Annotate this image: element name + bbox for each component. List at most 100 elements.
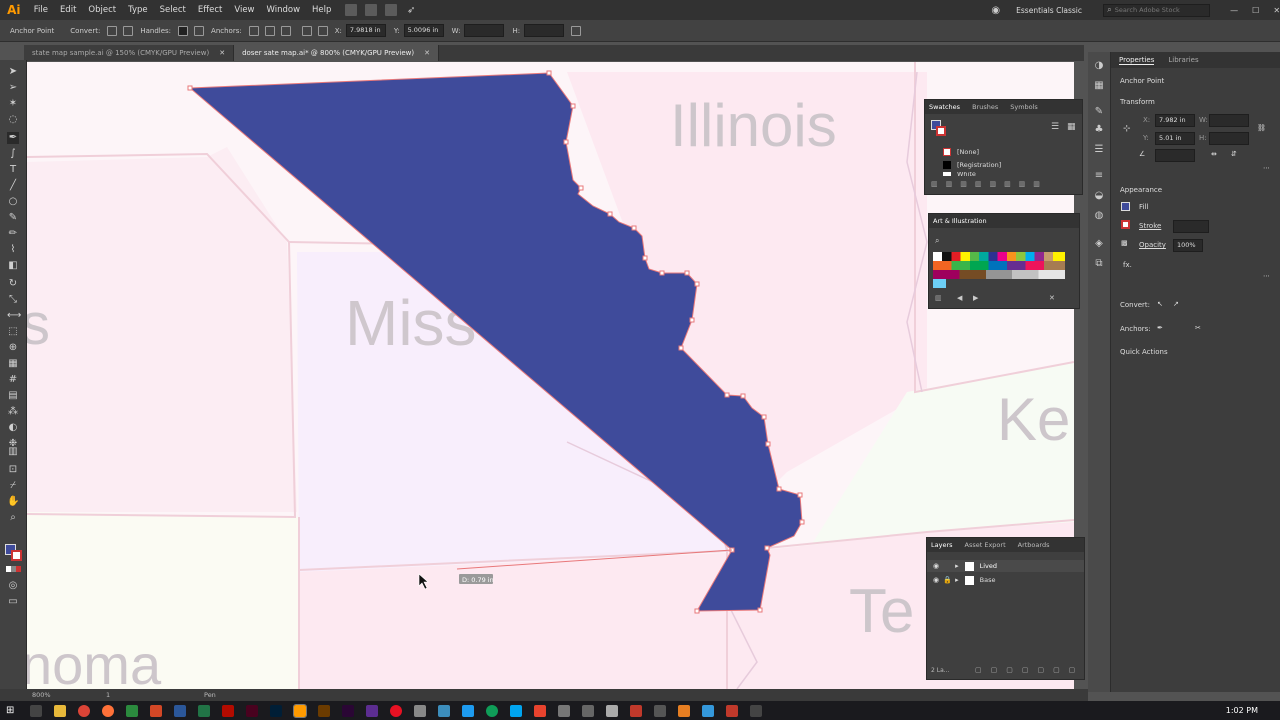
- show-handles-icon[interactable]: [178, 25, 189, 36]
- pen-tool-icon[interactable]: ✒: [7, 132, 19, 144]
- prop-h-field[interactable]: [1209, 132, 1249, 145]
- rotate-tool-icon[interactable]: ↻: [7, 278, 19, 290]
- flip-horizontal-icon[interactable]: ⇹: [1211, 150, 1217, 158]
- swatch-row[interactable]: White: [943, 172, 1073, 176]
- paintbrush-icon[interactable]: ✎: [7, 212, 19, 224]
- stock-icon[interactable]: [365, 4, 378, 16]
- appearance-panel-icon[interactable]: ◍: [1093, 210, 1105, 222]
- flip-vertical-icon[interactable]: ⇵: [1231, 150, 1237, 158]
- rotate-field[interactable]: [1155, 149, 1195, 162]
- chrome-icon[interactable]: [78, 704, 90, 717]
- type-tool-icon[interactable]: T: [7, 164, 19, 176]
- app-icon-10[interactable]: [558, 704, 570, 717]
- clock[interactable]: 1:02 PM: [1226, 706, 1258, 715]
- menu-edit[interactable]: Edit: [54, 5, 82, 15]
- shaper-icon[interactable]: ⌇: [7, 244, 19, 256]
- lock-icon[interactable]: 🔒: [943, 576, 952, 584]
- arrange-documents-icon[interactable]: [385, 4, 398, 16]
- stroke-color-swatch[interactable]: [1121, 220, 1130, 229]
- visibility-eye-icon[interactable]: ◉: [933, 576, 939, 584]
- excel-icon[interactable]: [198, 704, 210, 717]
- premiere-icon[interactable]: [342, 704, 354, 717]
- app-icon-8[interactable]: [510, 704, 522, 717]
- maximize-icon[interactable]: ☐: [1252, 6, 1259, 15]
- eyedropper-icon[interactable]: ⁂: [7, 406, 19, 418]
- fill-color-swatch[interactable]: [1121, 202, 1130, 211]
- powerpoint-icon[interactable]: [150, 704, 162, 717]
- visibility-eye-icon[interactable]: ◉: [933, 562, 939, 570]
- word-icon[interactable]: [174, 704, 186, 717]
- app-icon-5[interactable]: [438, 704, 450, 717]
- menu-window[interactable]: Window: [261, 5, 307, 15]
- screen-mode-icon[interactable]: ▭: [7, 596, 19, 608]
- previous-library-icon[interactable]: ◀: [957, 294, 962, 302]
- brushes-panel-icon[interactable]: ✎: [1093, 106, 1105, 118]
- prop-x-field[interactable]: 7.982 in: [1155, 114, 1195, 127]
- swatches-panel-icon[interactable]: ▦: [1093, 80, 1105, 92]
- align-panel-icon[interactable]: ☰: [1093, 144, 1105, 156]
- swatch-row[interactable]: [None]: [943, 146, 1073, 157]
- app-icon-7[interactable]: [486, 704, 498, 717]
- app-icon-11[interactable]: [582, 704, 594, 717]
- convert-corner-prop-icon[interactable]: ↖: [1157, 300, 1163, 308]
- tab-artboards[interactable]: Artboards: [1018, 541, 1050, 549]
- menu-file[interactable]: File: [28, 5, 54, 15]
- prop-y-field[interactable]: 5.01 in: [1155, 132, 1195, 145]
- appearance-more-icon[interactable]: ⋯: [1263, 272, 1270, 280]
- app-icon-2[interactable]: [366, 704, 378, 717]
- menu-view[interactable]: View: [228, 5, 260, 15]
- menu-type[interactable]: Type: [122, 5, 154, 15]
- slice-tool-icon[interactable]: ⌿: [7, 480, 19, 492]
- more-options-icon[interactable]: ⋯: [1263, 164, 1270, 172]
- cut-path-icon[interactable]: [264, 25, 275, 36]
- tab-brushes[interactable]: Brushes: [972, 103, 998, 111]
- convert-smooth-prop-icon[interactable]: ↗: [1173, 300, 1179, 308]
- list-view-icon[interactable]: ☰: [1051, 122, 1059, 132]
- start-icon[interactable]: ⊞: [6, 705, 18, 717]
- task-view-icon[interactable]: [30, 704, 42, 717]
- width-tool-icon[interactable]: ⟷: [7, 310, 21, 322]
- shape-builder-icon[interactable]: ⊕: [7, 342, 19, 354]
- app-icon-17[interactable]: [726, 704, 738, 717]
- swatch-row[interactable]: [Registration]: [943, 159, 1073, 170]
- h-field[interactable]: [524, 24, 565, 37]
- gradient-tool-icon[interactable]: ▤: [7, 390, 19, 402]
- fx-label[interactable]: fx.: [1123, 261, 1132, 269]
- menu-select[interactable]: Select: [154, 5, 192, 15]
- bridge-app-icon[interactable]: [318, 704, 330, 717]
- reference-point-icon[interactable]: ⊹: [1123, 124, 1131, 134]
- isolate-icon[interactable]: [280, 25, 291, 36]
- graphic-styles-icon[interactable]: ◈: [1093, 238, 1105, 250]
- minimize-icon[interactable]: —: [1230, 6, 1238, 15]
- convert-corner-icon[interactable]: [107, 25, 118, 36]
- symbols-panel-icon[interactable]: ♣: [1093, 124, 1105, 136]
- tab-doser-sate-map[interactable]: doser sate map.ai* @ 800% (CMYK/GPU Prev…: [234, 45, 439, 61]
- app-icon-1[interactable]: [126, 704, 138, 717]
- close-tab-icon[interactable]: ✕: [219, 49, 225, 57]
- hand-tool-icon[interactable]: ✋: [7, 496, 19, 508]
- tab-swatches[interactable]: Swatches: [929, 103, 960, 111]
- tab-asset-export[interactable]: Asset Export: [965, 541, 1006, 549]
- lightbulb-icon[interactable]: ◉: [991, 5, 1000, 16]
- stroke-weight-field[interactable]: [1173, 220, 1209, 233]
- expand-arrow-icon[interactable]: ▸: [955, 576, 959, 584]
- artboard-tool-icon[interactable]: ⊡: [7, 464, 19, 476]
- color-panel-icon[interactable]: ◑: [1093, 60, 1105, 72]
- curvature-tool-icon[interactable]: ∫: [7, 148, 19, 160]
- free-transform-icon[interactable]: ⬚: [7, 326, 19, 338]
- swatch-library-icon[interactable]: ▥: [935, 294, 942, 302]
- acrobat-icon[interactable]: [222, 704, 234, 717]
- eraser-icon[interactable]: ◧: [7, 260, 19, 272]
- tab-libraries[interactable]: Libraries: [1168, 56, 1198, 64]
- swatch-footer-icons[interactable]: ▥▥▥▥▥▥▥▥: [931, 180, 1071, 188]
- bridge-icon[interactable]: [345, 4, 358, 16]
- ellipse-tool-icon[interactable]: ○: [7, 196, 19, 208]
- firefox-icon[interactable]: [102, 704, 114, 717]
- close-tab-icon[interactable]: ✕: [424, 49, 430, 57]
- line-tool-icon[interactable]: ╱: [7, 180, 19, 192]
- selection-tool-icon[interactable]: ➤: [7, 66, 19, 78]
- app-icon-18[interactable]: [750, 704, 762, 717]
- indesign-icon[interactable]: [246, 704, 258, 717]
- pencil-icon[interactable]: ✏: [7, 228, 19, 240]
- transform-icon[interactable]: [317, 25, 328, 36]
